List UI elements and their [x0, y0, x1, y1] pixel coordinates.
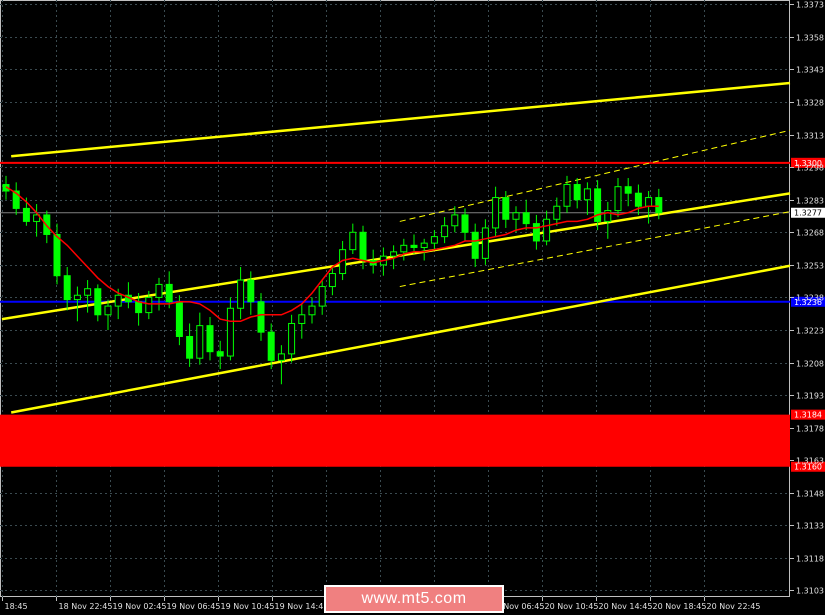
zone-price-label: 1.3184	[794, 411, 822, 420]
candle-bull	[553, 205, 561, 220]
candle-bear	[624, 186, 632, 194]
candle-bull	[155, 283, 163, 298]
y-tick-label: 1.3373	[796, 1, 824, 10]
candle-bull	[328, 273, 336, 288]
candle-bull	[318, 286, 326, 307]
candle-bull	[543, 218, 551, 242]
candle-bull	[390, 251, 398, 257]
candle-bear	[94, 288, 102, 316]
zone-rect	[0, 414, 790, 467]
candle-bear	[471, 231, 479, 259]
y-tick-label: 1.3208	[796, 360, 824, 369]
candle-bear	[216, 351, 224, 357]
candle-bull	[114, 294, 122, 307]
watermark-banner: www.mt5.com	[324, 585, 504, 613]
candle-bear	[175, 301, 183, 337]
price-chart[interactable]: 1.31841.3160 1.33001.32361.3277 1.33731.…	[0, 0, 825, 615]
candle-bull	[145, 296, 153, 314]
candle-bear	[522, 212, 530, 225]
x-tick-label: 20 Nov 10:45	[545, 602, 599, 611]
current-price-label: 1.3277	[794, 209, 822, 218]
candle-bull	[84, 288, 92, 296]
y-tick-label: 1.3343	[796, 66, 824, 75]
candle-bull	[73, 294, 81, 301]
y-tick-label: 1.3133	[796, 522, 824, 531]
y-tick-label: 1.3223	[796, 327, 824, 336]
y-tick-label: 1.3178	[796, 425, 824, 434]
candle-bear	[135, 301, 143, 314]
y-tick-label: 1.3358	[796, 34, 824, 43]
candle-bull	[451, 214, 459, 227]
x-tick-label: 20 Nov 14:45	[599, 602, 653, 611]
red-support-zone: 1.31841.3160	[0, 409, 825, 472]
candle-bear	[267, 331, 275, 361]
y-tick-label: 1.3298	[796, 164, 824, 173]
x-tick-label: 19 Nov 02:45	[113, 602, 167, 611]
candle-bear	[22, 207, 30, 222]
candle-bull	[308, 305, 316, 316]
candle-bull	[400, 244, 408, 253]
candle-bear	[502, 197, 510, 220]
y-tick-label: 1.3238	[796, 294, 824, 303]
candle-bull	[298, 314, 306, 324]
candle-bull	[583, 188, 591, 201]
x-tick-label: 19 Nov 06:45	[167, 602, 221, 611]
candle-bull	[492, 197, 500, 229]
y-tick-label: 1.3118	[796, 555, 824, 564]
candle-bear	[63, 275, 71, 301]
candle-bear	[247, 279, 255, 303]
candle-bull	[288, 322, 296, 355]
candle-bull	[420, 242, 428, 248]
y-tick-label: 1.3268	[796, 229, 824, 238]
candle-bull	[512, 212, 520, 220]
y-tick-label: 1.3148	[796, 490, 824, 499]
candle-bear	[634, 192, 642, 207]
y-tick-label: 1.3103	[796, 587, 824, 596]
candle-bull	[430, 236, 438, 244]
x-tick-label: 19 Nov 14:45	[275, 602, 329, 611]
y-tick-label: 1.3253	[796, 262, 824, 271]
y-tick-label: 1.3283	[796, 197, 824, 206]
candle-bull	[441, 225, 449, 238]
candle-bear	[257, 301, 265, 333]
x-tick-label: 18 Nov 22:45	[59, 602, 113, 611]
candle-bear	[206, 325, 214, 353]
candle-bear	[532, 223, 540, 242]
candle-bear	[655, 197, 663, 214]
watermark-text: www.mt5.com	[361, 590, 467, 607]
candle-bull	[481, 227, 489, 259]
x-tick-label: 18:45	[5, 602, 28, 611]
candle-bull	[226, 307, 234, 357]
candle-bear	[410, 244, 418, 248]
candle-bull	[614, 186, 622, 212]
y-tick-label: 1.3193	[796, 392, 824, 401]
x-tick-label: 19 Nov 10:45	[221, 602, 275, 611]
candle-bull	[104, 305, 112, 316]
candle-bull	[563, 184, 571, 207]
y-tick-label: 1.3313	[796, 132, 824, 141]
candle-bull	[277, 353, 285, 361]
candle-bull	[237, 279, 245, 309]
x-tick-label: 20 Nov 22:45	[707, 602, 761, 611]
candle-bull	[349, 231, 357, 251]
candle-bear	[186, 335, 194, 359]
candle-bull	[196, 325, 204, 359]
x-tick-label: 20 Nov 18:45	[653, 602, 707, 611]
candle-bear	[359, 231, 367, 262]
candle-bear	[461, 214, 469, 233]
y-tick-label: 1.3163	[796, 457, 824, 466]
candle-bear	[165, 283, 173, 303]
candle-bull	[645, 197, 653, 207]
candle-bear	[53, 233, 61, 277]
y-tick-label: 1.3328	[796, 99, 824, 108]
candle-bear	[573, 184, 581, 201]
